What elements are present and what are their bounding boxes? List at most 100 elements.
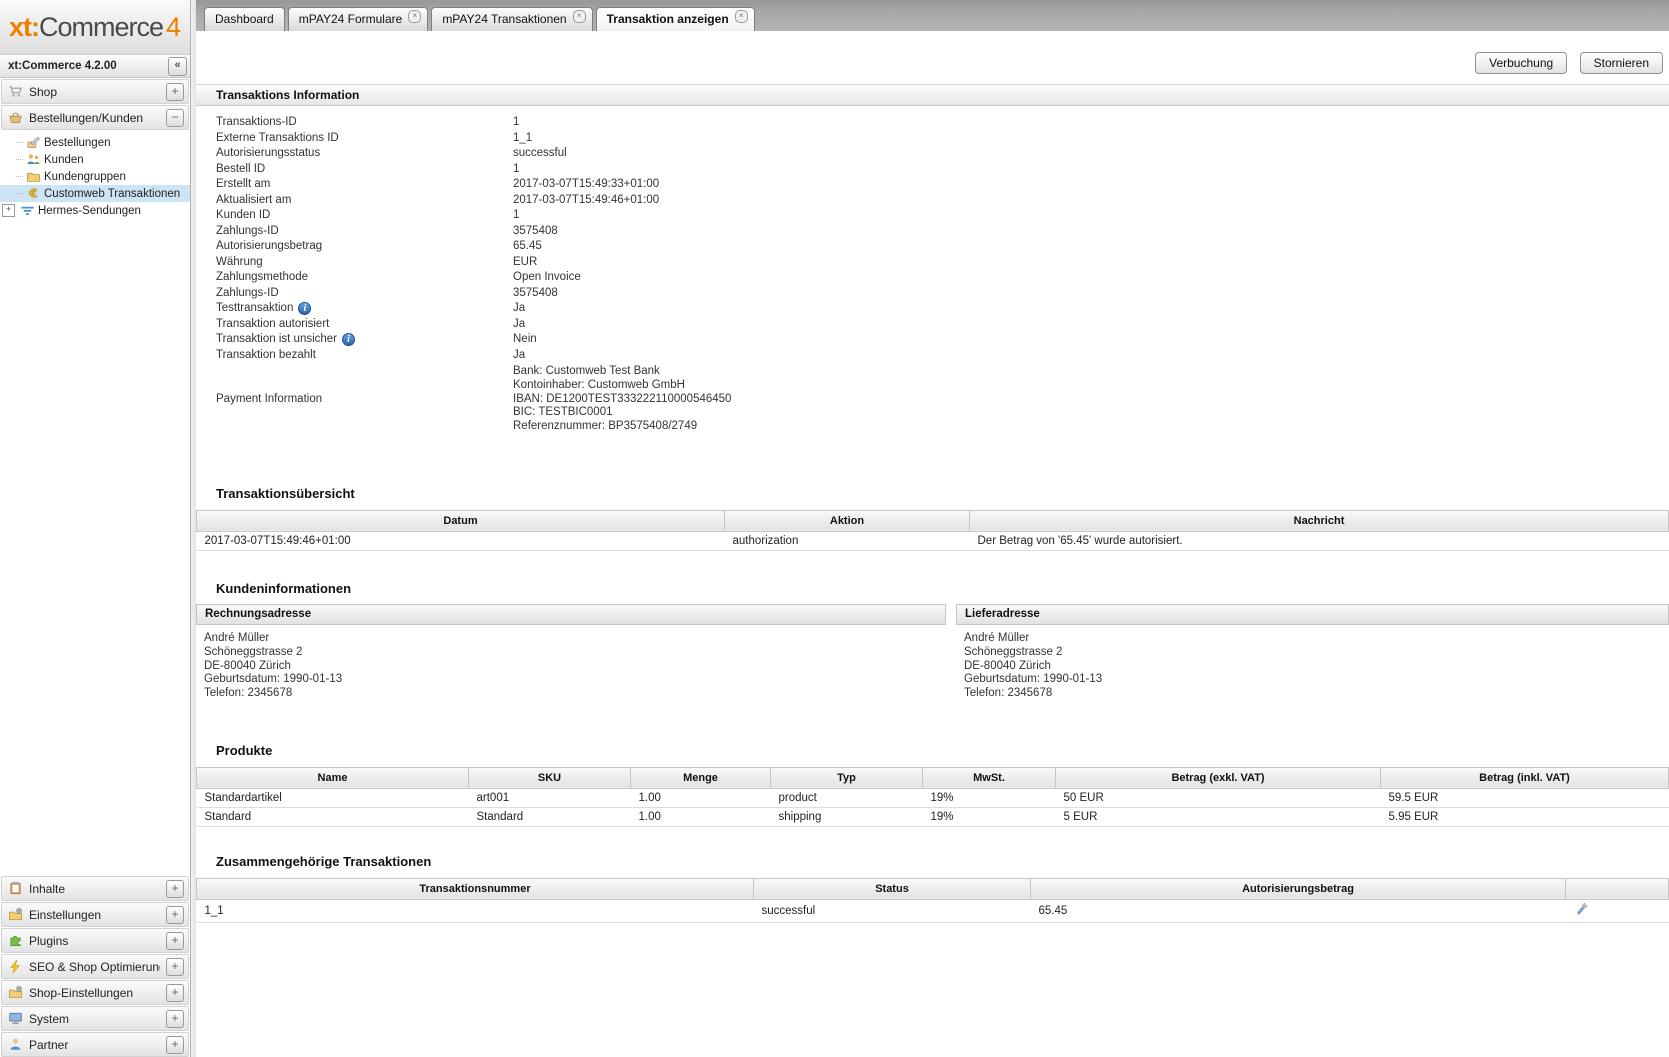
billing-address-panel: Rechnungsadresse André MüllerSchöneggstr… xyxy=(196,604,946,701)
sidebar-item-bestellungen[interactable]: Bestellungen xyxy=(0,134,190,151)
info-label-text: Autorisierungsbetrag xyxy=(216,239,322,255)
table-cell: Der Betrag von '65.45' wurde autorisiert… xyxy=(970,531,1669,550)
sidebar-item-kundengruppen[interactable]: Kundengruppen xyxy=(0,168,190,185)
info-label: Kunden ID xyxy=(196,208,513,224)
clipboard-icon xyxy=(8,881,23,896)
column-header: Status xyxy=(754,878,1031,899)
seo-lightning-icon xyxy=(8,959,23,974)
expand-toggle-button[interactable]: + xyxy=(166,880,184,898)
info-row: Transaktions-ID1 xyxy=(196,115,1669,131)
tab-mpay24-transaktionen[interactable]: mPAY24 Transaktionen× xyxy=(431,7,592,31)
info-icon[interactable]: i xyxy=(298,302,311,315)
sidebar-section-label: System xyxy=(29,1012,160,1026)
info-label: Zahlungsmethode xyxy=(196,270,513,286)
column-header: Name xyxy=(197,767,469,788)
tab-label: mPAY24 Formulare xyxy=(299,12,403,26)
wrench-icon[interactable] xyxy=(1574,902,1589,917)
sidebar-section-shop-einstellungen[interactable]: Shop-Einstellungen+ xyxy=(1,980,189,1005)
sidebar-item-label: Hermes-Sendungen xyxy=(38,205,141,217)
sidebar-item-label: Bestellungen xyxy=(44,137,111,149)
info-value: Ja xyxy=(513,301,1669,317)
table-cell: shipping xyxy=(771,807,923,826)
info-label: Externe Transaktions ID xyxy=(196,131,513,147)
transaction-overview-table: DatumAktionNachricht2017-03-07T15:49:46+… xyxy=(196,510,1669,551)
info-label-text: Externe Transaktions ID xyxy=(216,131,339,147)
info-row: Aktualisiert am2017-03-07T15:49:46+01:00 xyxy=(196,193,1669,209)
table-cell: 50 EUR xyxy=(1056,788,1381,807)
info-value: 1 xyxy=(513,162,1669,178)
table-cell: 5.95 EUR xyxy=(1381,807,1669,826)
info-label-text: Währung xyxy=(216,255,263,271)
sidebar-item-hermes-sendungen[interactable]: + Hermes-Sendungen xyxy=(0,202,190,219)
tab-close-icon[interactable]: × xyxy=(735,10,748,23)
sidebar-section-seo-shop-optimierung[interactable]: SEO & Shop Optimierung + xyxy=(1,954,189,979)
expand-icon[interactable]: + xyxy=(2,204,15,217)
table-cell: 5 EUR xyxy=(1056,807,1381,826)
sidebar-collapse-button[interactable]: « xyxy=(168,57,187,76)
tab-dashboard[interactable]: Dashboard xyxy=(204,7,285,31)
sidebar-section-label: Plugins xyxy=(29,934,160,948)
info-label: Zahlungs-ID xyxy=(196,286,513,302)
info-value: Bank: Customweb Test BankKontoinhaber: C… xyxy=(513,365,1669,434)
info-value: 65.45 xyxy=(513,239,1669,255)
app-window: xt:Commerce4 xt:Commerce 4.2.00 « Shop+B… xyxy=(0,0,1669,1057)
expand-toggle-button[interactable]: + xyxy=(166,932,184,950)
info-row: Payment InformationBank: Customweb Test … xyxy=(196,365,1669,434)
sidebar-item-customweb-transaktionen[interactable]: €Customweb Transaktionen xyxy=(0,185,190,202)
info-label-text: Erstellt am xyxy=(216,177,270,193)
customer-groups-icon xyxy=(26,169,41,184)
address-line: André Müller xyxy=(964,632,1669,646)
sidebar-sections-top: Shop+Bestellungen/Kunden− xyxy=(0,78,190,130)
sidebar-section-plugins[interactable]: Plugins + xyxy=(1,928,189,953)
info-row: Externe Transaktions ID 1_1 xyxy=(196,131,1669,147)
expand-toggle-button[interactable]: + xyxy=(166,1010,184,1028)
settings-icon xyxy=(8,907,23,922)
sidebar-section-system[interactable]: System + xyxy=(1,1006,189,1031)
info-icon[interactable]: i xyxy=(342,333,355,346)
sidebar-spacer xyxy=(0,223,190,875)
expand-toggle-button[interactable]: + xyxy=(166,1036,184,1054)
expand-toggle-button[interactable]: + xyxy=(166,984,184,1002)
info-label: Bestell ID xyxy=(196,162,513,178)
sidebar-section-label: SEO & Shop Optimierung xyxy=(29,960,160,974)
stornieren-button[interactable]: Stornieren xyxy=(1580,52,1663,74)
sidebar-section-einstellungen[interactable]: Einstellungen+ xyxy=(1,902,189,927)
expand-toggle-button[interactable]: + xyxy=(166,83,184,101)
sidebar-section-partner[interactable]: Partner+ xyxy=(1,1032,189,1057)
main-area: DashboardmPAY24 Formulare×mPAY24 Transak… xyxy=(196,0,1669,1057)
expand-toggle-button[interactable]: + xyxy=(166,906,184,924)
orders-icon xyxy=(26,135,41,150)
verbuchung-button[interactable]: Verbuchung xyxy=(1475,52,1567,74)
info-row: Transaktion ist unsicheriNein xyxy=(196,332,1669,348)
table-row: StandardStandard1.00shipping19%5 EUR5.95… xyxy=(197,807,1669,826)
expand-toggle-button[interactable]: + xyxy=(166,958,184,976)
euro-transactions-icon: € xyxy=(26,186,41,201)
action-toolbar: Verbuchung Stornieren xyxy=(196,31,1669,73)
column-header: SKU xyxy=(469,767,631,788)
sidebar-section-shop[interactable]: Shop+ xyxy=(1,79,189,104)
sidebar: xt:Commerce4 xt:Commerce 4.2.00 « Shop+B… xyxy=(0,0,191,1057)
info-label: Testtransaktioni xyxy=(196,301,513,317)
tab-close-icon[interactable]: × xyxy=(408,10,421,23)
tab-mpay24-formulare[interactable]: mPAY24 Formulare × xyxy=(288,7,429,31)
info-value: 2017-03-07T15:49:46+01:00 xyxy=(513,193,1669,209)
sidebar-section-bestellungen-kunden[interactable]: Bestellungen/Kunden− xyxy=(1,105,189,130)
info-row: ZahlungsmethodeOpen Invoice xyxy=(196,270,1669,286)
info-label: Aktualisiert am xyxy=(196,193,513,209)
billing-address-header: Rechnungsadresse xyxy=(196,604,946,625)
info-row: Erstellt am2017-03-07T15:49:33+01:00 xyxy=(196,177,1669,193)
tab-close-icon[interactable]: × xyxy=(573,10,586,23)
address-line: DE-80040 Zürich xyxy=(204,660,946,674)
svg-text:€: € xyxy=(28,187,37,201)
info-row: Zahlungs-ID3575408 xyxy=(196,286,1669,302)
info-value: Ja xyxy=(513,348,1669,364)
partner-icon xyxy=(8,1037,23,1052)
info-value: Nein xyxy=(513,332,1669,348)
sidebar-section-inhalte[interactable]: Inhalte+ xyxy=(1,876,189,901)
tab-transaktion-anzeigen[interactable]: Transaktion anzeigen× xyxy=(596,7,755,31)
info-value: 1_1 xyxy=(513,131,1669,147)
transaction-info-list: Transaktions-ID1Externe Transaktions ID 1… xyxy=(196,115,1669,434)
logo-prefix: xt: xyxy=(9,12,39,43)
expand-toggle-button[interactable]: − xyxy=(166,109,184,127)
sidebar-item-kunden[interactable]: Kunden xyxy=(0,151,190,168)
